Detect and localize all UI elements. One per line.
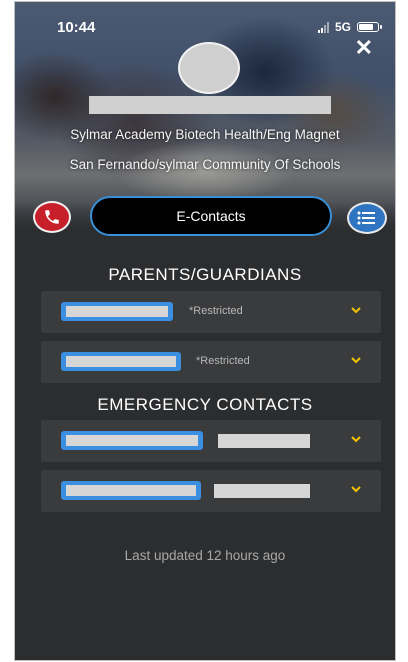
signal-icon — [317, 21, 329, 33]
parent-name-redacted — [61, 352, 181, 371]
app-screen: 10:44 5G ✕ Sylmar Academy Biotech Health… — [14, 1, 396, 661]
avatar — [178, 42, 240, 94]
close-icon[interactable]: ✕ — [355, 37, 373, 59]
emergency-row[interactable] — [41, 420, 381, 462]
parent-name-redacted — [61, 302, 173, 321]
chevron-down-icon[interactable] — [349, 482, 363, 496]
parent-row[interactable]: *Restricted — [41, 291, 381, 333]
chevron-down-icon[interactable] — [349, 432, 363, 446]
menu-button[interactable] — [347, 202, 387, 234]
emergency-title: EMERGENCY CONTACTS — [97, 395, 313, 414]
restricted-label: *Restricted — [189, 305, 243, 317]
econtacts-button[interactable]: E-Contacts — [90, 196, 332, 236]
chevron-down-icon[interactable] — [349, 353, 363, 367]
list-menu-icon — [357, 211, 375, 225]
battery-icon — [357, 22, 382, 32]
community-name: San Fernando/sylmar Community Of Schools — [69, 157, 341, 172]
status-indicators: 5G — [317, 20, 382, 34]
school-name: Sylmar Academy Biotech Health/Eng Magnet — [70, 127, 340, 142]
restricted-label: *Restricted — [196, 355, 250, 367]
parents-title: PARENTS/GUARDIANS — [108, 265, 302, 284]
student-name-redacted — [89, 96, 331, 114]
parent-row[interactable]: *Restricted — [41, 341, 381, 383]
contact-name-redacted — [61, 481, 201, 500]
contact-relation-redacted — [214, 484, 310, 498]
call-button[interactable] — [33, 201, 71, 233]
chevron-down-icon[interactable] — [349, 303, 363, 317]
contact-relation-redacted — [218, 434, 310, 448]
phone-icon — [45, 210, 59, 224]
emergency-row[interactable] — [41, 470, 381, 512]
network-label: 5G — [334, 20, 351, 34]
last-updated-text: Last updated 12 hours ago — [124, 548, 286, 563]
contact-name-redacted — [61, 431, 203, 450]
status-time: 10:44 — [57, 19, 96, 36]
